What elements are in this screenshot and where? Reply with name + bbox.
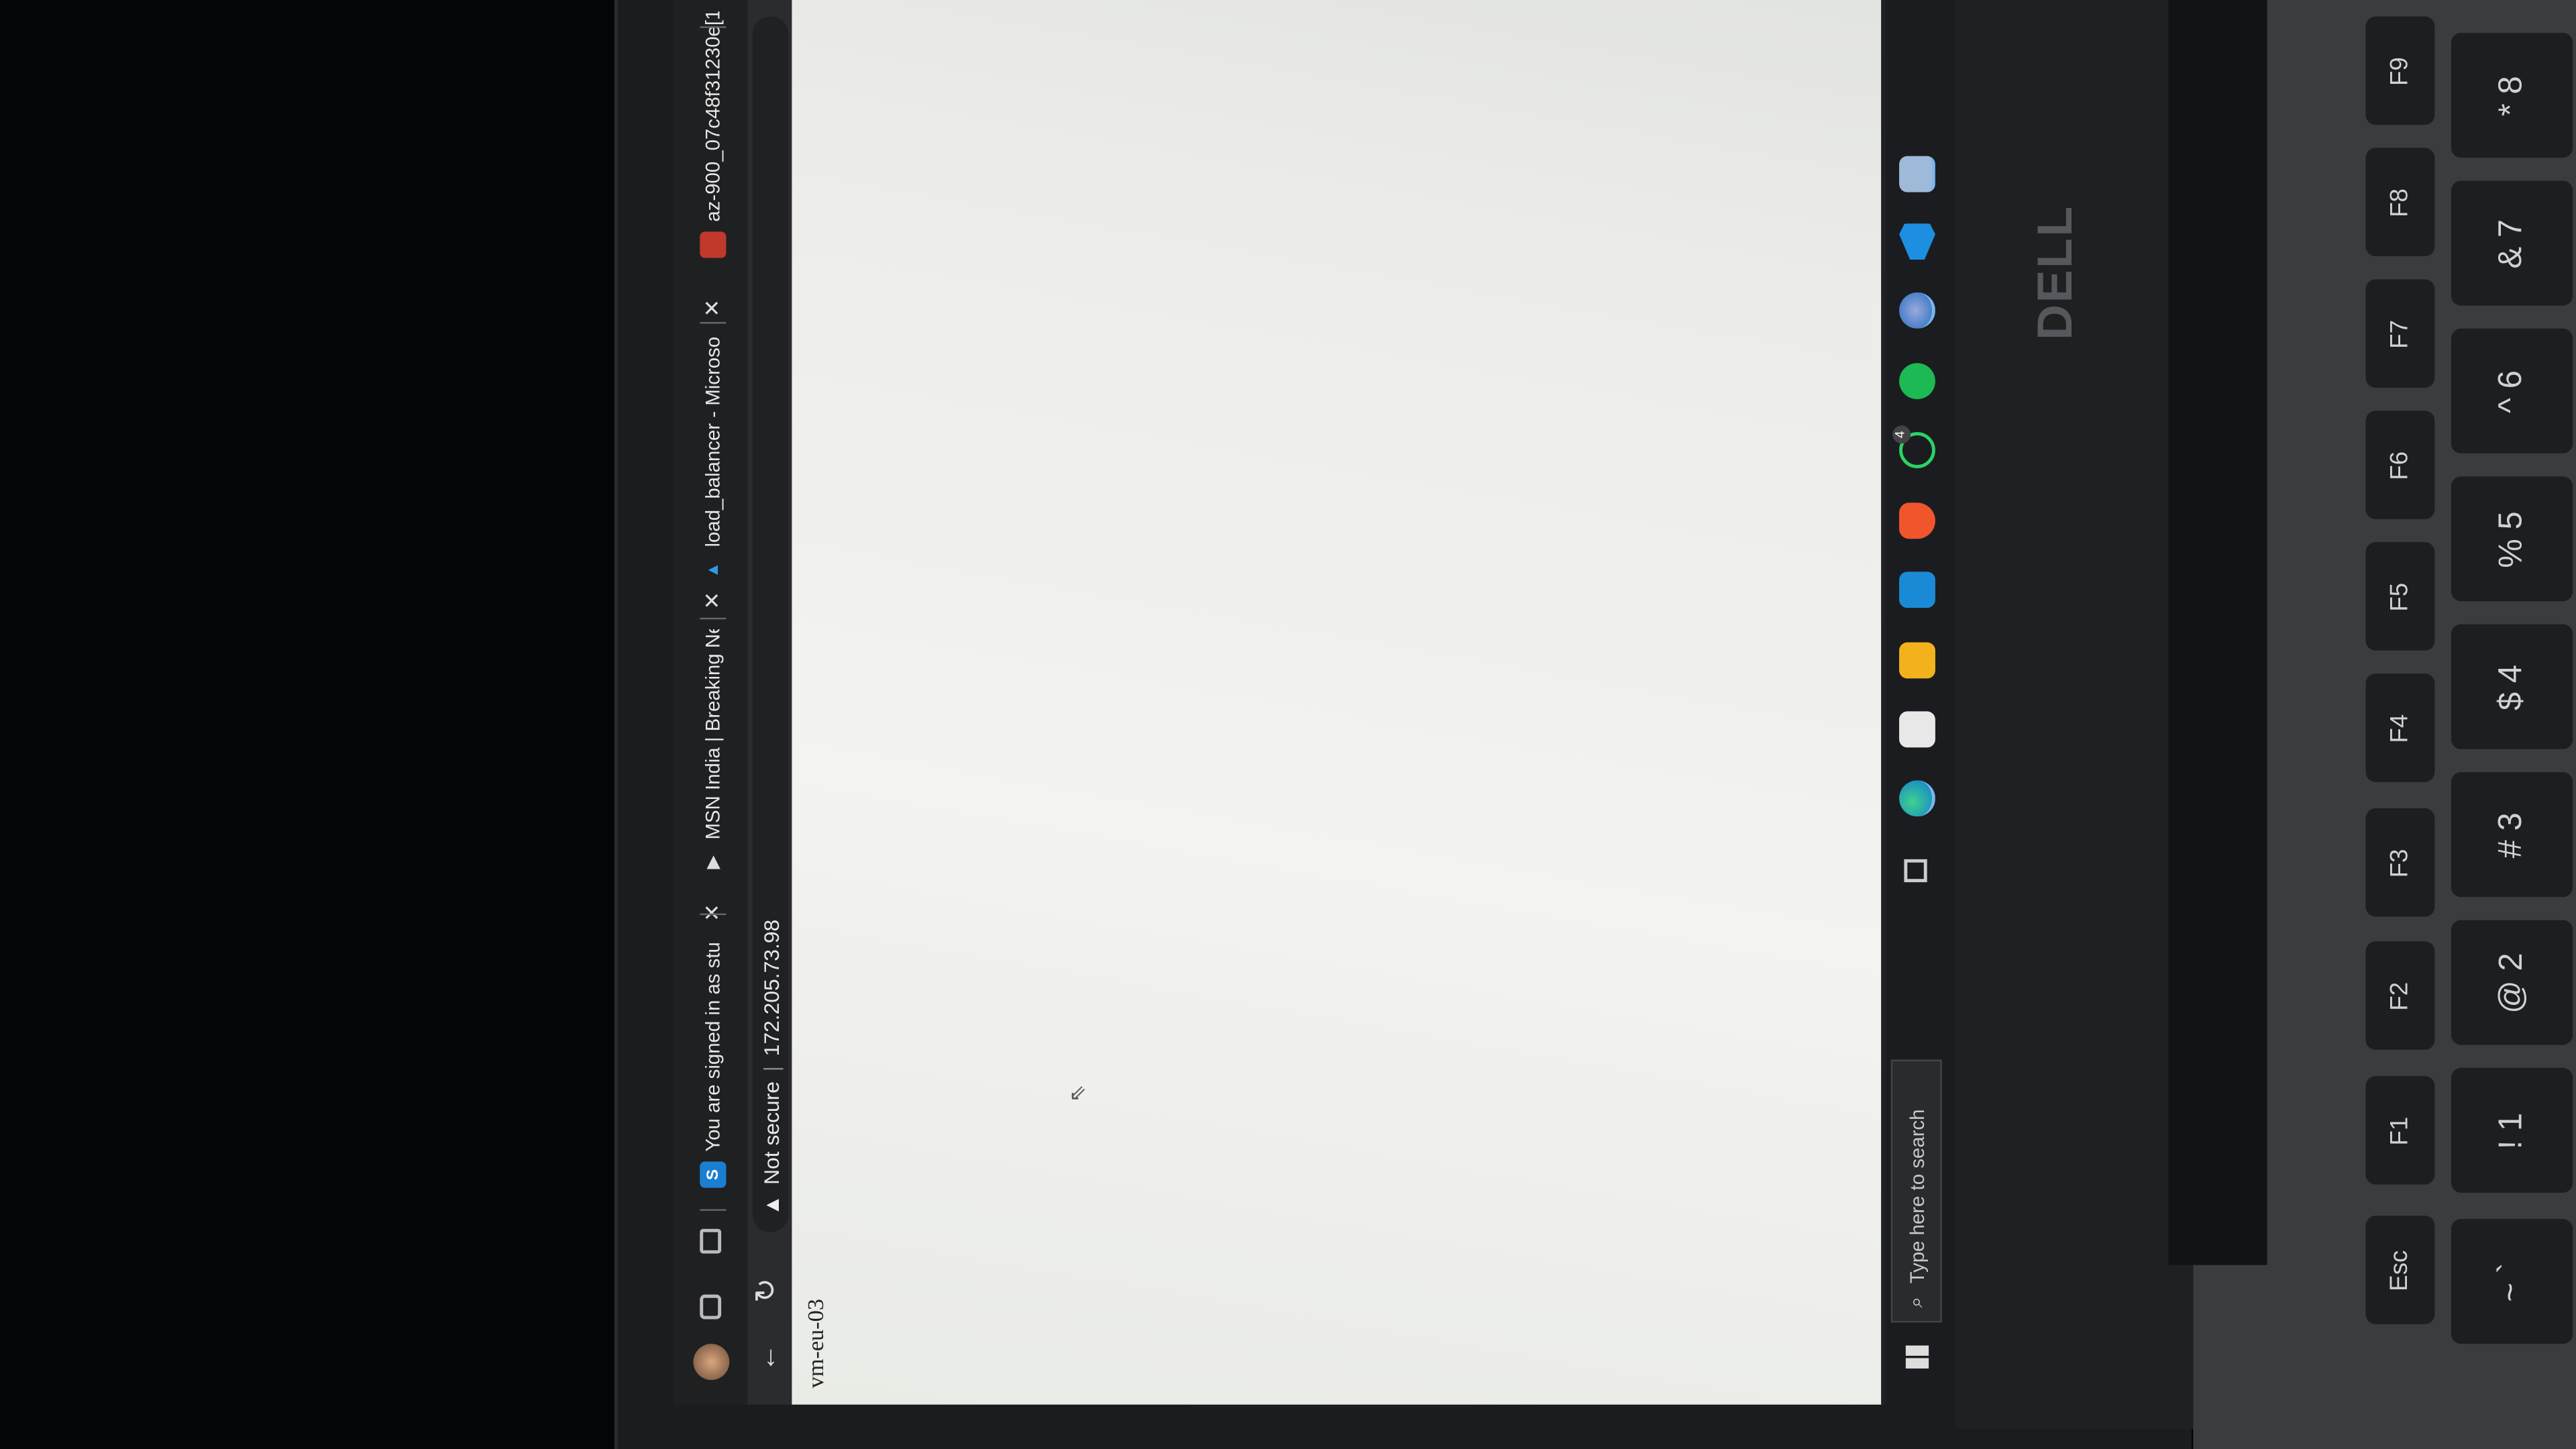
tab-title: az-900_07c48f31230e[1] bbox=[701, 11, 725, 222]
key: & 7 bbox=[2451, 180, 2573, 306]
key: F5 bbox=[2365, 542, 2435, 651]
photo-stage: DELL Esc F1 F2 F3 F4 F5 F6 F7 F8 F9 ~ ` ! 1 @ 2 # 3 $ … bbox=[0, 0, 2576, 1449]
key: F1 bbox=[2365, 1076, 2435, 1185]
file-explorer-icon[interactable] bbox=[1899, 642, 1935, 679]
key: @ 2 bbox=[2451, 920, 2573, 1045]
key-label: F4 bbox=[2386, 713, 2414, 743]
key-label: # 3 bbox=[2493, 812, 2530, 858]
profile-avatar[interactable] bbox=[693, 1344, 730, 1381]
url-text[interactable]: 172.205.73.98 bbox=[758, 920, 783, 1057]
pdf-icon bbox=[700, 231, 727, 258]
key: F8 bbox=[2365, 148, 2435, 257]
key: ! 1 bbox=[2451, 1067, 2573, 1193]
key: F7 bbox=[2365, 279, 2435, 388]
key-label: ~ ` bbox=[2493, 1261, 2530, 1301]
key: F3 bbox=[2365, 808, 2435, 917]
key: ^ 6 bbox=[2451, 328, 2573, 453]
browser-toolbar: ← ↻ ▲ Not secure | 172.205.73.98 bbox=[747, 0, 792, 1405]
tab-title: load_balancer - Microsoft bbox=[701, 337, 725, 547]
key-label: @ 2 bbox=[2493, 952, 2530, 1013]
tab[interactable]: ▲ load_balancer - Microsoft ✕ bbox=[693, 299, 733, 583]
key-label: % 5 bbox=[2493, 511, 2530, 568]
key: F4 bbox=[2365, 674, 2435, 782]
tab-title: MSN India | Breaking Ne bbox=[701, 629, 725, 840]
app-icon[interactable] bbox=[1899, 156, 1935, 193]
key: % 5 bbox=[2451, 476, 2573, 602]
tab-strip: S You are signed in as stud ✕ ▶ MSN India | … bbox=[674, 0, 748, 1405]
divider bbox=[700, 26, 727, 28]
key: F2 bbox=[2365, 941, 2435, 1050]
site-icon: S bbox=[700, 1161, 727, 1188]
refresh-icon[interactable]: ↻ bbox=[749, 1278, 784, 1303]
vscode-icon[interactable] bbox=[1899, 223, 1935, 260]
key-label: F8 bbox=[2386, 187, 2414, 217]
warning-icon: ▲ bbox=[758, 1194, 783, 1216]
divider bbox=[700, 1209, 727, 1211]
divider bbox=[700, 617, 727, 620]
key: $ 4 bbox=[2451, 624, 2573, 749]
mail-icon[interactable] bbox=[1899, 572, 1935, 608]
key-label: F6 bbox=[2386, 450, 2414, 480]
key: F9 bbox=[2365, 16, 2435, 125]
taskbar: ⌕ Type here to search 4 bbox=[1886, 0, 1947, 1405]
security-label[interactable]: Not secure bbox=[758, 1081, 783, 1185]
close-tab-icon[interactable]: ✕ bbox=[700, 904, 726, 922]
store-icon[interactable] bbox=[1899, 711, 1935, 748]
dell-logo: DELL bbox=[2029, 205, 2084, 340]
key-label: & 7 bbox=[2493, 218, 2530, 268]
tab[interactable]: az-900_07c48f31230e[1]✕ bbox=[693, 0, 733, 258]
key: F6 bbox=[2365, 411, 2435, 519]
page-heading: vm-eu-03 bbox=[805, 1299, 830, 1389]
page-content: vm-eu-03 ⇖ bbox=[792, 0, 1882, 1405]
edge-icon[interactable] bbox=[1899, 780, 1935, 817]
close-tab-icon[interactable]: ✕ bbox=[700, 299, 726, 317]
divider: | bbox=[758, 1066, 783, 1072]
search-box[interactable]: ⌕ Type here to search bbox=[1890, 1059, 1942, 1323]
windows-start-icon[interactable] bbox=[1905, 1345, 1929, 1369]
key: Esc bbox=[2365, 1216, 2435, 1324]
key-label: F7 bbox=[2386, 319, 2414, 348]
tab-actions-icon[interactable] bbox=[700, 1228, 722, 1254]
divider bbox=[700, 322, 727, 324]
tab[interactable]: ▶ MSN India | Breaking Ne ✕ bbox=[693, 592, 733, 875]
key-label: F9 bbox=[2386, 56, 2414, 85]
key: ~ ` bbox=[2451, 1219, 2573, 1344]
screen: S You are signed in as stud ✕ ▶ MSN India | … bbox=[674, 0, 1947, 1405]
tab-title: You are signed in as stud bbox=[701, 941, 725, 1152]
workspaces-icon[interactable] bbox=[700, 1294, 722, 1320]
key-label: F2 bbox=[2386, 981, 2414, 1010]
app-icon[interactable] bbox=[1899, 292, 1935, 329]
key-label: F5 bbox=[2386, 582, 2414, 611]
key-label: ! 1 bbox=[2493, 1112, 2530, 1149]
key-label: F1 bbox=[2386, 1116, 2414, 1145]
task-view-icon[interactable] bbox=[1904, 859, 1927, 883]
msn-icon: ▶ bbox=[704, 856, 722, 869]
whatsapp-icon[interactable]: 4 bbox=[1892, 425, 1935, 468]
key-label: * 8 bbox=[2493, 75, 2530, 116]
back-icon[interactable]: ← bbox=[751, 1344, 784, 1372]
notification-badge: 4 bbox=[1892, 425, 1911, 444]
divider bbox=[700, 913, 727, 916]
key: * 8 bbox=[2451, 32, 2573, 158]
key-label: Esc bbox=[2386, 1249, 2414, 1291]
key: # 3 bbox=[2451, 772, 2573, 898]
address-bar[interactable]: ▲ Not secure | 172.205.73.98 bbox=[752, 16, 789, 1232]
key-label: F3 bbox=[2386, 848, 2414, 877]
key-label: $ 4 bbox=[2493, 663, 2530, 710]
azure-icon: ▲ bbox=[704, 561, 722, 578]
tab[interactable]: S You are signed in as stud ✕ bbox=[693, 904, 733, 1188]
search-placeholder: Type here to search bbox=[1904, 1109, 1928, 1284]
key-label: ^ 6 bbox=[2493, 369, 2530, 413]
search-icon: ⌕ bbox=[1904, 1296, 1927, 1308]
brave-icon[interactable] bbox=[1899, 502, 1935, 539]
close-tab-icon[interactable]: ✕ bbox=[700, 592, 726, 610]
mouse-cursor-icon: ⇖ bbox=[1064, 1084, 1089, 1103]
laptop-hinge bbox=[2168, 0, 2267, 1265]
spotify-icon[interactable] bbox=[1899, 363, 1935, 400]
